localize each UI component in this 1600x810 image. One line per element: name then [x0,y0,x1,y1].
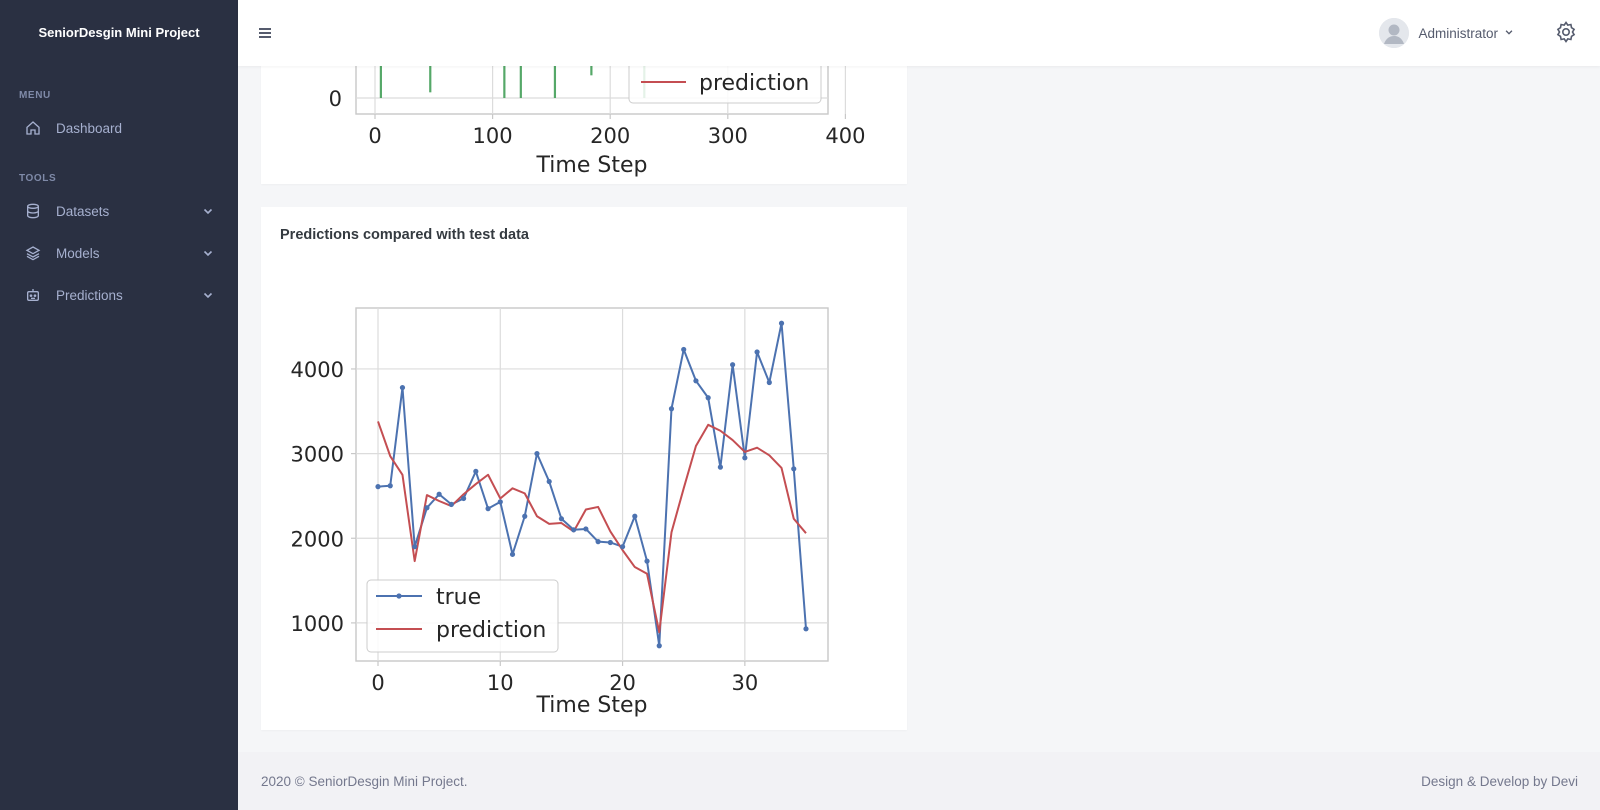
sidebar-item-label: Dashboard [56,120,123,136]
data-point-true [583,526,589,532]
data-point-true [717,464,723,470]
robot-icon [24,286,42,304]
y-tick-label: 2000 [291,527,344,551]
y-tick-label: 0 [329,87,342,111]
x-tick-label: 0 [368,124,381,148]
sidebar-item-label: Datasets [56,203,110,219]
data-point-true [485,506,491,512]
sidebar-item-label: Predictions [56,287,123,303]
data-point-true [534,451,540,457]
data-point-true [558,516,565,522]
x-tick-label: 400 [825,124,865,148]
footer: 2020 © SeniorDesgin Mini Project. Design… [238,752,1600,810]
layers-icon [24,244,42,262]
x-tick-label: 20 [609,671,636,695]
data-point-true [399,384,406,391]
sidebar-item-label: Models [56,245,100,261]
data-point-true [473,468,479,474]
card-title: Predictions compared with test data [280,227,529,243]
data-point-true [742,455,748,461]
x-tick-label: 10 [487,671,514,695]
sidebar-item-models[interactable]: Models [0,232,238,274]
x-axis-label: Time Step [536,153,648,178]
footer-copyright: 2020 © SeniorDesgin Mini Project. [261,773,468,789]
data-point-true [509,551,516,557]
data-point-true [497,499,503,505]
legend-marker-true [396,593,402,599]
user-name: Administrator [1418,25,1498,41]
data-point-true [632,513,638,519]
data-point-true [668,406,675,412]
user-menu[interactable]: Administrator [1379,17,1514,49]
sidebar: SeniorDesgin Mini Project MENU Dashboard… [0,0,238,810]
chevron-down-icon [202,205,214,217]
y-tick-label: 3000 [291,443,344,467]
data-point-true [705,395,711,401]
chevron-down-icon [202,247,214,259]
data-point-true [424,505,430,511]
data-point-true [693,378,699,384]
legend-label-prediction: prediction [436,618,546,643]
sidebar-item-datasets[interactable]: Datasets [0,190,238,232]
data-point-true [448,501,454,507]
chevron-down-icon [1504,24,1514,42]
x-tick-label: 200 [590,124,630,148]
sidebar-item-dashboard[interactable]: Dashboard [0,107,238,149]
data-point-true [412,544,418,550]
data-point-true [375,484,381,490]
y-tick-label: 4000 [291,358,344,382]
brand-title[interactable]: SeniorDesgin Mini Project [0,0,238,65]
tools-section-title: TOOLS [19,173,57,184]
data-point-true [644,558,650,564]
data-point-true [571,527,577,533]
x-tick-label: 300 [708,124,748,148]
data-point-true [730,362,736,368]
data-point-true [522,513,528,519]
x-tick-label: 0 [371,671,384,695]
sidebar-item-predictions[interactable]: Predictions [0,274,238,316]
data-point-true [778,320,785,326]
data-point-true [436,491,442,497]
data-point-true [681,346,687,353]
x-axis-label: Time Step [536,693,648,718]
data-point-true [595,539,601,545]
avatar [1379,18,1410,48]
footer-credit: Design & Develop by Devi [1421,773,1578,789]
data-point-true [461,495,467,502]
data-point-true [791,466,797,472]
home-icon [24,119,42,137]
gear-icon[interactable] [1554,20,1578,44]
topbar: Administrator [238,0,1600,66]
data-point-true [754,349,760,355]
x-tick-label: 30 [731,671,758,695]
data-point-true [619,544,626,550]
data-point-true [607,539,613,546]
prediction-chart-card: Predictions compared with test data 0 10 2… [261,207,907,730]
data-point-true [766,379,772,386]
y-tick-label: 1000 [291,612,344,636]
menu-section-title: MENU [19,90,51,101]
data-point-true [803,626,809,632]
menu-toggle-icon[interactable] [254,22,276,44]
database-icon [24,202,42,220]
data-point-true [656,643,662,649]
legend-label-prediction: prediction [699,71,809,96]
prediction-chart: 0 10 20 30 1000 2000 3000 4000 true prediction Tim… [291,307,829,718]
x-tick-label: 100 [473,124,513,148]
chevron-down-icon [202,289,214,301]
data-point-true [546,478,552,485]
data-point-true [387,483,393,489]
legend-label-true: true [436,585,481,610]
